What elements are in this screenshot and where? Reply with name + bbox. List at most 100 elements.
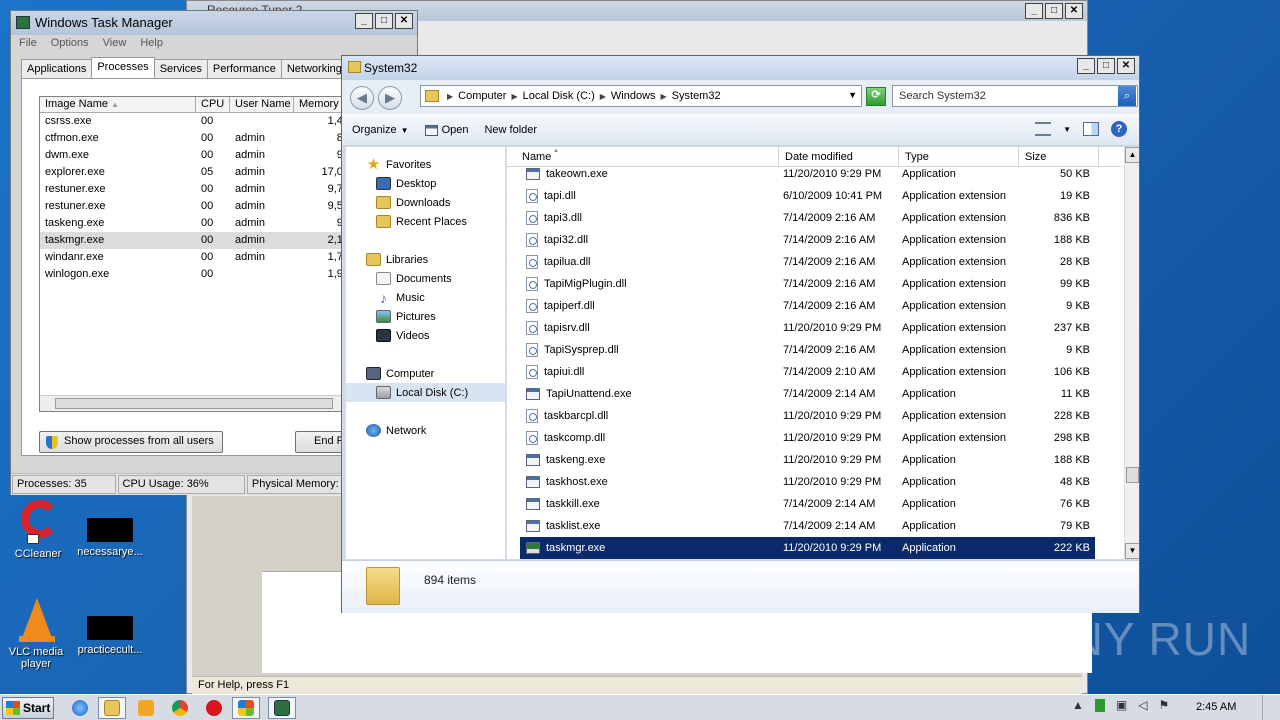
maximize-button[interactable]: □ [375,13,393,29]
forward-button[interactable]: ▶ [378,86,402,110]
nav-desktop[interactable]: Desktop [346,174,505,193]
breadcrumb-windows[interactable]: Windows [611,90,656,102]
file-row[interactable]: tapiui.dll 7/14/2009 2:10 AM Application e… [520,361,1095,383]
file-row[interactable]: taskcomp.dll 11/20/2010 9:29 PM Applicatio… [520,427,1095,449]
taskbar-opera[interactable] [200,697,228,719]
column-cpu[interactable]: CPU [196,97,230,112]
nav-documents[interactable]: Documents [346,269,505,288]
nav-recent-places[interactable]: Recent Places [346,212,505,231]
scroll-down-button[interactable]: ▼ [1125,543,1139,559]
file-row[interactable]: tasklist.exe 7/14/2009 2:14 AM Application… [520,515,1095,537]
search-icon[interactable]: ⌕ [1118,86,1136,106]
file-row[interactable]: tapi3.dll 7/14/2009 2:16 AM Application ex… [520,207,1095,229]
vertical-scrollbar[interactable]: ▲ ▼ [1124,147,1139,559]
menu-options[interactable]: Options [51,37,89,51]
nav-pictures[interactable]: Pictures [346,307,505,326]
file-row[interactable]: TapiUnattend.exe 7/14/2009 2:14 AM Applica… [520,383,1095,405]
desktop-icon-vlc[interactable]: VLC media player [0,596,72,670]
nav-music[interactable]: ♪ Music [346,288,505,307]
scrollbar-thumb[interactable] [55,398,333,409]
show-all-processes-button[interactable]: Show processes from all users [39,431,223,453]
file-row[interactable]: taskhost.exe 11/20/2010 9:29 PM Applicatio… [520,471,1095,493]
column-type[interactable]: Type [899,147,1019,166]
chevron-down-icon[interactable]: ▼ [848,90,857,100]
taskbar-internet-explorer[interactable] [66,697,94,719]
file-row[interactable]: taskkill.exe 7/14/2009 2:14 AM Application… [520,493,1095,515]
start-button[interactable]: Start [2,697,54,719]
menu-help[interactable]: Help [140,37,163,51]
chevron-right-icon[interactable]: ▶ [447,92,453,101]
file-row[interactable]: taskeng.exe 11/20/2010 9:29 PM Application… [520,449,1095,471]
tab-performance[interactable]: Performance [206,59,282,79]
new-folder-button[interactable]: New folder [484,124,537,136]
menu-view[interactable]: View [103,37,127,51]
nav-network[interactable]: Network [346,421,505,440]
network-icon[interactable]: ▣ [1116,698,1127,712]
scroll-up-button[interactable]: ▲ [1125,147,1139,163]
minimize-button[interactable]: _ [1077,58,1095,74]
change-view-icon[interactable] [1035,122,1052,136]
title-bar[interactable]: System32 _ □ ✕ [342,56,1139,80]
file-list[interactable]: takeown.exe 11/20/2010 9:29 PM Application… [507,147,1139,559]
nav-favorites[interactable]: ★ Favorites [346,155,505,174]
taskbar-task-manager[interactable] [268,697,296,719]
breadcrumb-system32[interactable]: System32 [672,90,721,102]
nav-videos[interactable]: Videos [346,326,505,345]
chevron-down-icon[interactable]: ▼ [1063,125,1071,134]
file-row[interactable]: tapi.dll 6/10/2009 10:41 PM Application ex… [520,185,1095,207]
column-size[interactable]: Size [1019,147,1099,166]
maximize-button[interactable]: □ [1045,3,1063,19]
taskbar-media-player[interactable] [132,697,160,719]
taskbar-chrome[interactable] [166,697,194,719]
close-button[interactable]: ✕ [1117,58,1135,74]
scrollbar-thumb[interactable] [1126,467,1139,483]
tab-services[interactable]: Services [153,59,208,79]
file-row[interactable]: TapiSysprep.dll 7/14/2009 2:16 AM Applicat… [520,339,1095,361]
tab-processes[interactable]: Processes [91,57,155,79]
file-row[interactable]: tapisrv.dll 11/20/2010 9:29 PM Application… [520,317,1095,339]
taskbar-explorer[interactable] [98,697,126,719]
desktop-icon-necessary[interactable]: necessarye... [74,498,146,558]
minimize-button[interactable]: _ [1025,3,1043,19]
file-row[interactable]: tapilua.dll 7/14/2009 2:16 AM Application … [520,251,1095,273]
close-button[interactable]: ✕ [1065,3,1083,19]
close-button[interactable]: ✕ [395,13,413,29]
preview-pane-icon[interactable] [1083,122,1099,136]
minimize-button[interactable]: _ [355,13,373,29]
file-row[interactable]: taskmgr.exe 11/20/2010 9:29 PM Application… [520,537,1095,559]
nav-local-disk[interactable]: Local Disk (C:) [346,383,505,402]
help-icon[interactable]: ? [1111,121,1127,137]
file-row[interactable]: tapiperf.dll 7/14/2009 2:16 AM Application… [520,295,1095,317]
search-input[interactable]: Search System32 [892,85,1138,107]
clock[interactable]: 2:45 AM [1196,701,1236,713]
open-button[interactable]: Open [424,124,468,136]
organize-button[interactable]: Organize ▼ [352,124,409,136]
column-date-modified[interactable]: Date modified [779,147,899,166]
tab-applications[interactable]: Applications [21,59,93,79]
taskbar-resource-tuner[interactable] [232,697,260,719]
address-bar[interactable]: ▶ Computer ▶ Local Disk (C:) ▶ Windows ▶… [420,85,862,107]
chevron-right-icon[interactable]: ▶ [661,92,667,101]
file-row[interactable]: TapiMigPlugin.dll 7/14/2009 2:16 AM Applic… [520,273,1095,295]
nav-computer[interactable]: Computer [346,364,505,383]
menu-file[interactable]: File [19,37,37,51]
file-row[interactable]: tapi32.dll 7/14/2009 2:16 AM Application e… [520,229,1095,251]
refresh-button[interactable]: ⟳ [866,87,886,106]
column-user-name[interactable]: User Name [230,97,294,112]
desktop-icon-practice[interactable]: practicecult... [74,596,146,656]
show-hidden-icons-icon[interactable]: ▲ [1072,698,1084,712]
volume-icon[interactable]: ◁ [1138,698,1147,712]
chevron-right-icon[interactable]: ▶ [511,92,517,101]
action-center-flag-icon[interactable]: ⚑ [1158,698,1169,712]
nav-libraries[interactable]: Libraries [346,250,505,269]
column-name[interactable]: Name ▲ [507,147,779,166]
breadcrumb-local-disk[interactable]: Local Disk (C:) [523,90,595,102]
breadcrumb-computer[interactable]: Computer [458,90,506,102]
title-bar[interactable]: Windows Task Manager _ □ ✕ [11,11,417,35]
column-image-name[interactable]: Image Name ▲ [40,97,196,112]
back-button[interactable]: ◀ [350,86,374,110]
chevron-right-icon[interactable]: ▶ [600,92,606,101]
tab-networking[interactable]: Networking [280,59,348,79]
maximize-button[interactable]: □ [1097,58,1115,74]
show-desktop-button[interactable] [1262,695,1280,720]
